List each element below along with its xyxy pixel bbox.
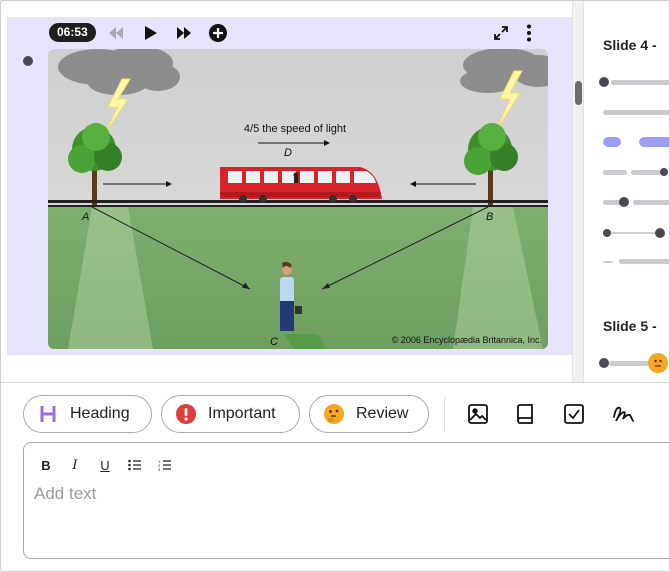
rewind-icon[interactable] (106, 23, 126, 43)
slide-5-title[interactable]: Slide 5 - (603, 318, 657, 334)
review-tag-button[interactable]: Review (309, 395, 429, 433)
highlight-bar (639, 137, 669, 147)
fullscreen-icon[interactable] (491, 23, 511, 43)
slide-4-title[interactable]: Slide 4 - (603, 37, 657, 53)
label-a: A (81, 211, 89, 223)
note-editor: B I U 123 (23, 442, 669, 559)
rail-top (48, 200, 548, 203)
book-icon[interactable] (514, 402, 538, 426)
heading-tag-button[interactable]: Heading (23, 395, 152, 433)
slider-handle (655, 228, 665, 238)
slides-panel: Slide 4 - Slide 5 - (585, 1, 669, 382)
image-icon[interactable] (466, 402, 490, 426)
underline-button[interactable]: U (95, 455, 115, 475)
storm-cloud-right (460, 49, 548, 93)
numbered-list-icon[interactable]: 123 (155, 455, 175, 475)
thinking-face-icon (324, 404, 344, 424)
fast-forward-icon[interactable] (174, 23, 194, 43)
text-placeholder-line (609, 361, 649, 366)
train-car (220, 167, 382, 203)
important-tag-button[interactable]: Important (161, 395, 300, 433)
slide-bullet-dot (599, 358, 609, 368)
toolbar-separator (444, 397, 445, 431)
note-bullet-dot (23, 56, 33, 66)
heading-tag-label: Heading (70, 405, 130, 422)
play-icon[interactable] (141, 23, 161, 43)
text-placeholder-line (633, 200, 669, 205)
app-window: 06:53 4/5 the speed of light D A B C © 2… (0, 0, 670, 572)
bullet-list-icon[interactable] (125, 455, 145, 475)
bold-button[interactable]: B (36, 455, 56, 475)
label-b: B (486, 211, 493, 223)
slider-track (603, 261, 613, 263)
review-tag-label: Review (356, 405, 409, 422)
scrollbar-thumb[interactable] (575, 81, 582, 105)
player-controls: 06:53 (7, 17, 573, 47)
text-placeholder-line (603, 170, 627, 175)
draw-signature-icon[interactable] (611, 402, 635, 426)
thinking-face-icon (648, 353, 668, 373)
vertical-scrollbar[interactable] (572, 1, 584, 382)
slide-bullet-dot (660, 168, 668, 176)
video-panel: 06:53 4/5 the speed of light D A B C © 2… (7, 17, 573, 355)
copyright-text: © 2006 Encyclopædia Britannica, Inc. (392, 335, 542, 345)
more-vertical-icon[interactable] (519, 23, 539, 43)
text-placeholder-line (603, 110, 669, 115)
label-c: C (270, 336, 278, 348)
svg-text:3: 3 (158, 467, 161, 471)
exclamation-icon (176, 404, 196, 424)
speed-caption: 4/5 the speed of light (244, 123, 346, 135)
time-badge: 06:53 (49, 23, 96, 42)
text-placeholder-line (611, 80, 669, 85)
checkbox-icon[interactable] (562, 402, 586, 426)
add-circle-icon[interactable] (208, 23, 228, 43)
heading-icon (38, 404, 58, 424)
italic-button[interactable]: I (65, 455, 85, 475)
rail-bottom (48, 205, 548, 207)
text-placeholder-line (631, 170, 661, 175)
video-frame[interactable]: 4/5 the speed of light D A B C © 2006 En… (48, 49, 548, 349)
note-text-input[interactable] (34, 481, 634, 507)
slide-bullet-dot (599, 77, 609, 87)
slide-bullet-dot (603, 229, 611, 237)
slider-track (611, 232, 659, 234)
slide-bullet-dot (619, 197, 629, 207)
text-placeholder-line (619, 259, 669, 264)
label-d: D (284, 147, 292, 159)
highlight-bar (603, 137, 621, 147)
pane-divider (1, 382, 669, 383)
important-tag-label: Important (208, 405, 276, 422)
